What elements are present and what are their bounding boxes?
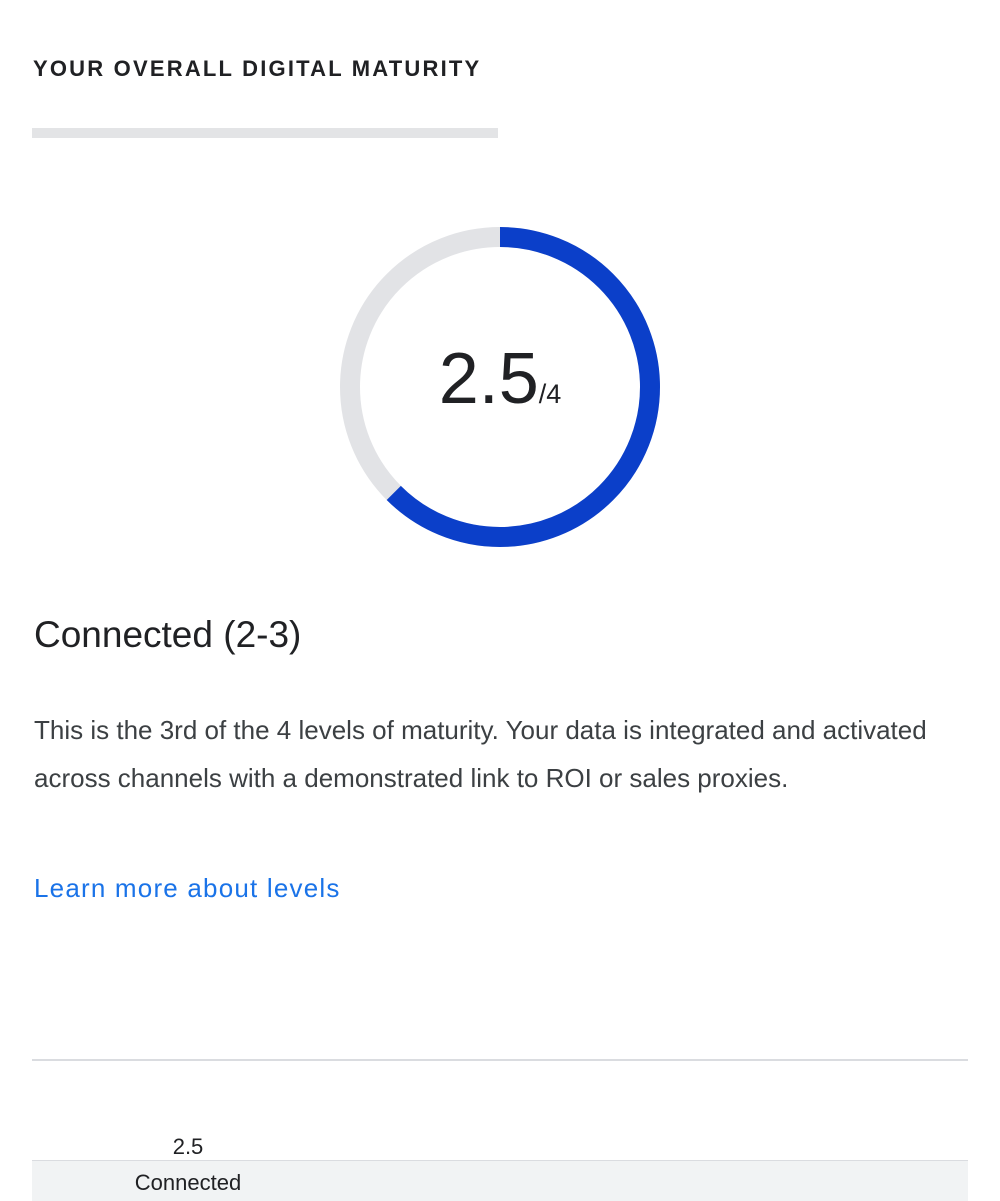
- section-title: YOUR OVERALL DIGITAL MATURITY: [33, 56, 482, 81]
- scale-marker-label: Connected: [134, 1170, 242, 1195]
- scale-marker-value: 2.5: [172, 1134, 204, 1159]
- section-divider: [32, 1059, 968, 1061]
- learn-more-link[interactable]: Learn more about levels: [34, 873, 341, 904]
- score-value: 2.5: [438, 339, 539, 419]
- title-underline: [32, 128, 498, 138]
- score-max: /4: [538, 379, 562, 409]
- level-description: This is the 3rd of the 4 levels of matur…: [34, 715, 927, 793]
- maturity-score-gauge: 2.5/4: [340, 227, 660, 547]
- level-heading: Connected (2-3): [34, 614, 302, 655]
- gauge-score: 2.5/4: [340, 343, 660, 415]
